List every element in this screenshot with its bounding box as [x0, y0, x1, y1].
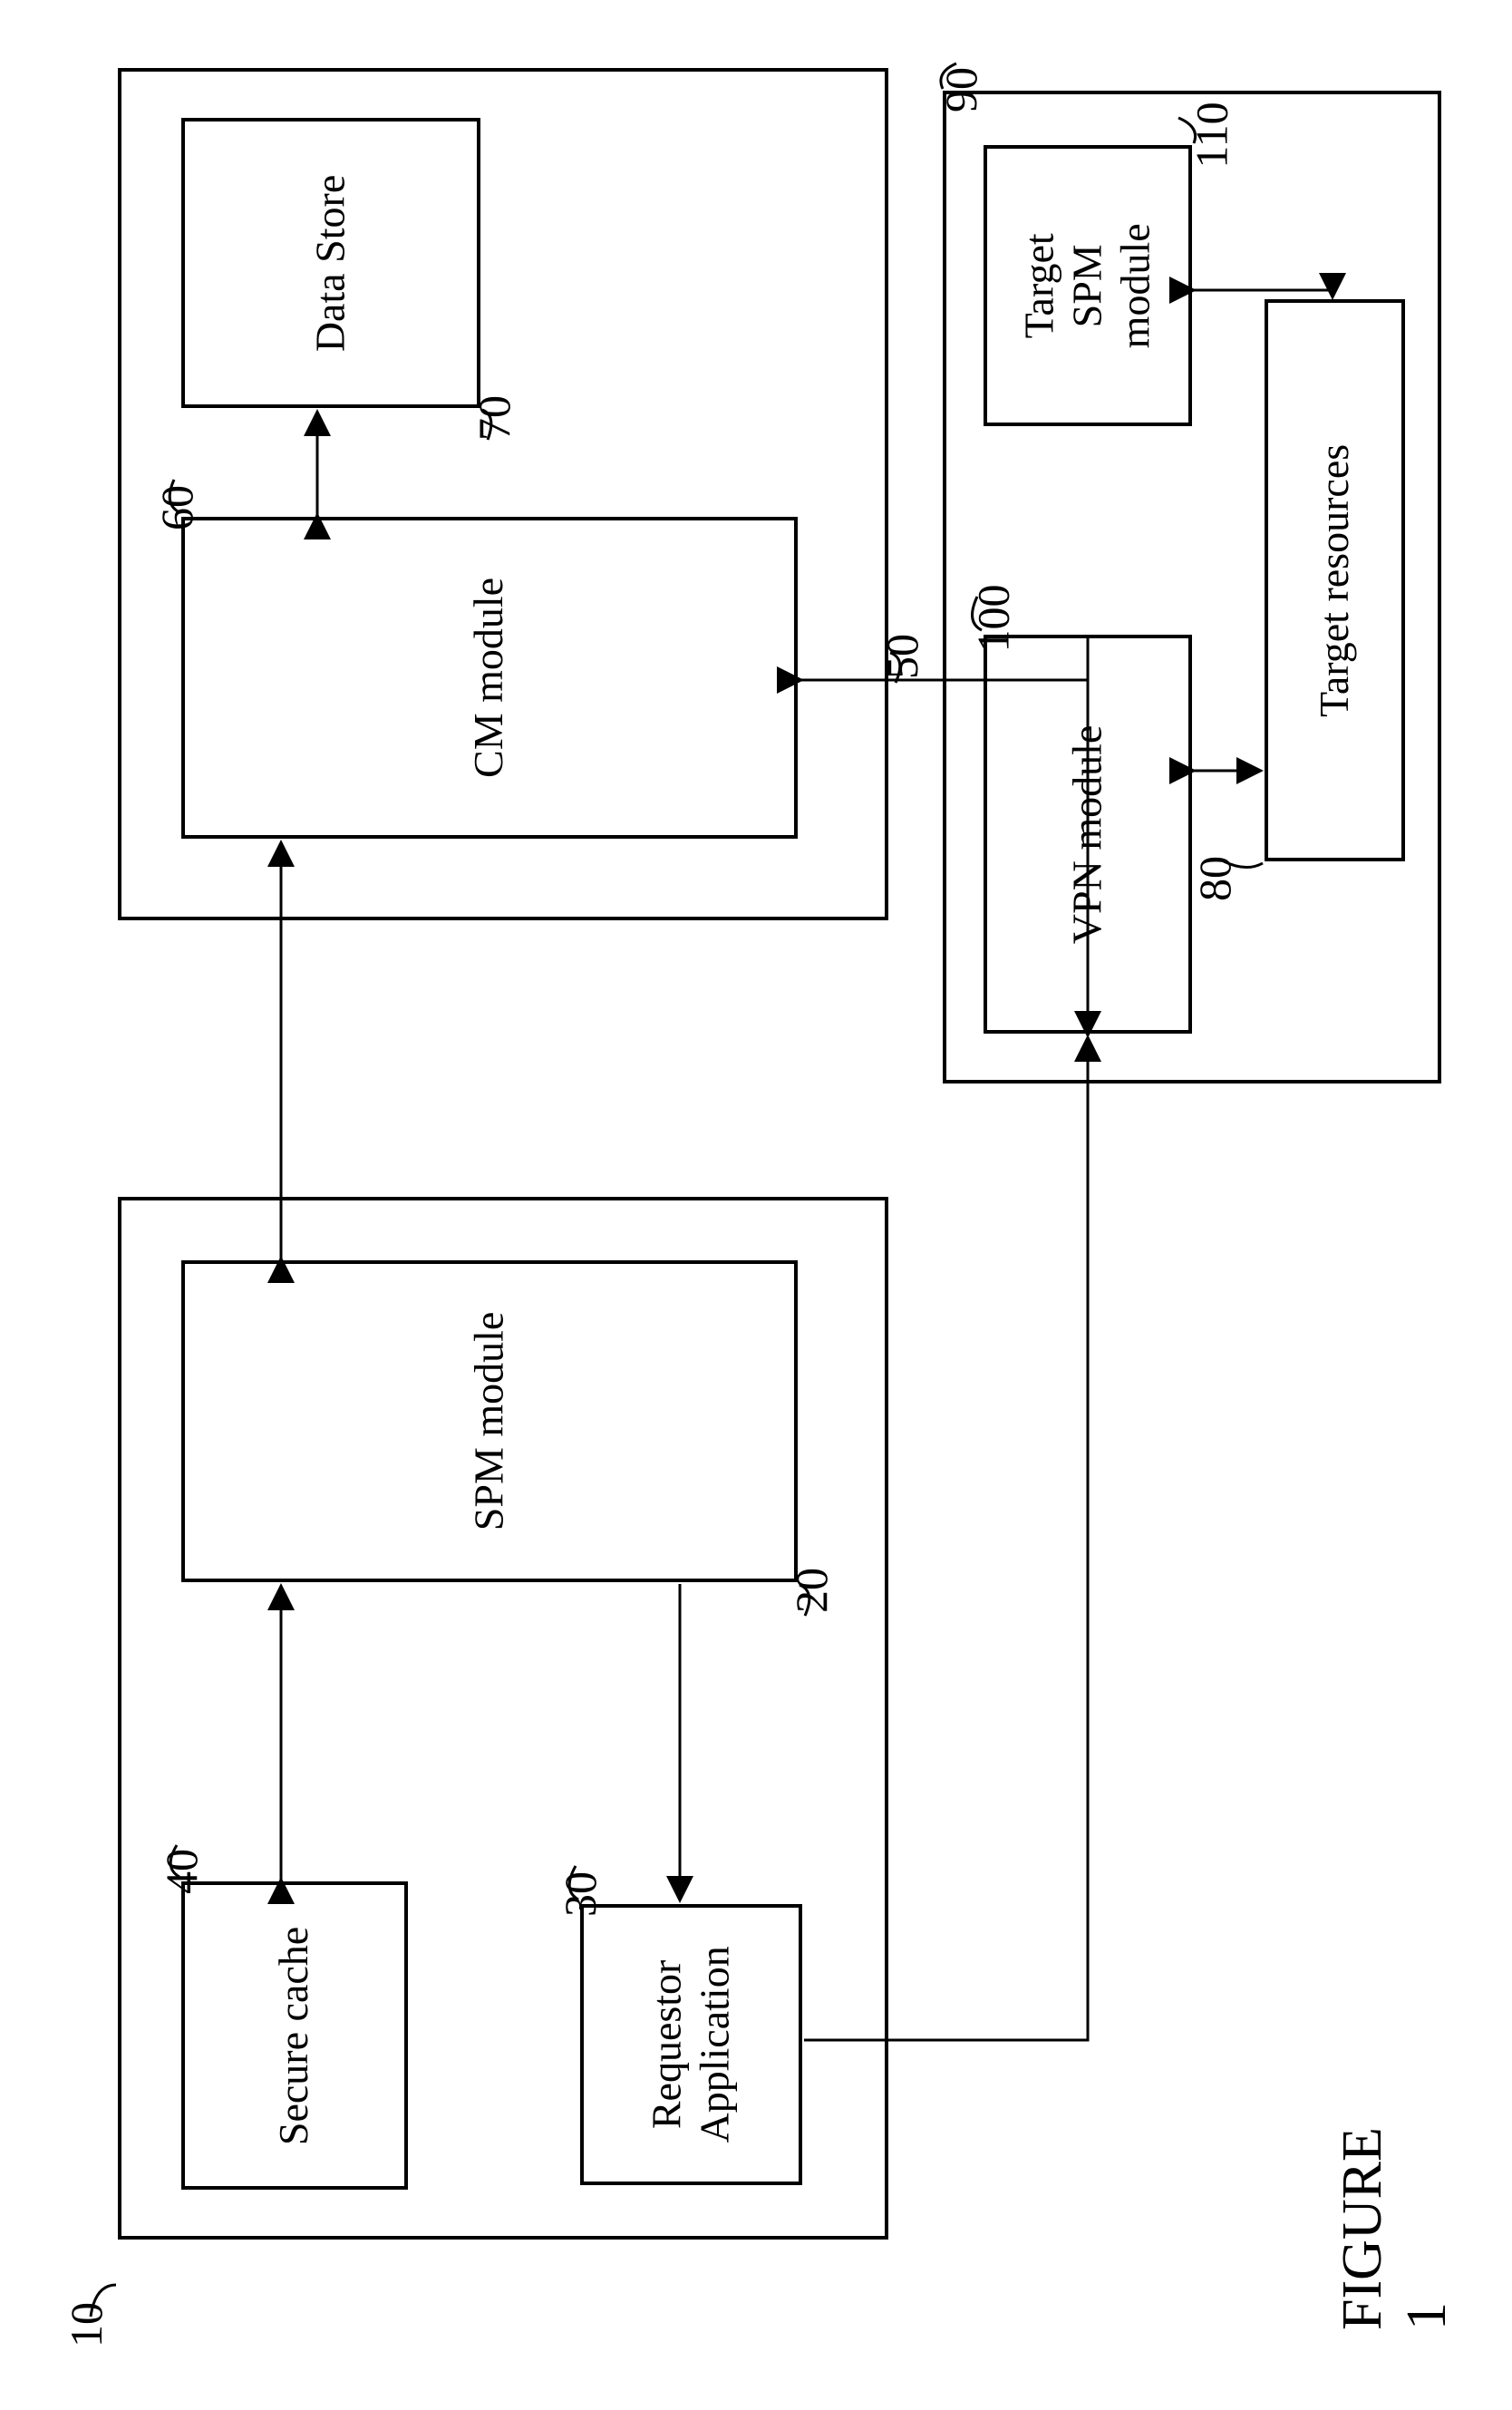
ref-40: 40 — [155, 1849, 208, 1894]
target-resources-box: Target resources — [1265, 299, 1405, 861]
vpn-module-box: VPN module — [984, 635, 1192, 1034]
secure-cache-box: Secure cache — [181, 1881, 408, 2190]
ref-80: 80 — [1188, 856, 1241, 901]
secure-cache-text: Secure cache — [271, 1926, 319, 2144]
ref-50: 50 — [876, 634, 928, 679]
target-spm-box: Target SPM module — [984, 145, 1192, 426]
ref-30: 30 — [554, 1871, 606, 1917]
figure-label: FIGURE 1 — [1331, 2096, 1459, 2330]
spm-module-box: SPM module — [181, 1260, 798, 1582]
ref-60: 60 — [150, 485, 203, 530]
ref-20: 20 — [785, 1568, 838, 1613]
target-spm-text: Target SPM module — [1016, 223, 1160, 348]
ref-100: 100 — [967, 585, 1020, 653]
ref-110: 110 — [1186, 102, 1238, 168]
requestor-app-text: Requestor Application — [644, 1946, 740, 2143]
ref-10: 10 — [60, 2302, 112, 2347]
cm-module-box: CM module — [181, 517, 798, 839]
target-resources-text: Target resources — [1311, 443, 1359, 716]
requestor-app-box: Requestor Application — [580, 1904, 802, 2185]
data-store-text: Data Store — [307, 174, 355, 351]
spm-module-text: SPM module — [466, 1312, 514, 1531]
vpn-module-text: VPN module — [1064, 724, 1112, 944]
data-store-box: Data Store — [181, 118, 480, 408]
ref-90: 90 — [935, 67, 987, 112]
ref-70: 70 — [468, 395, 520, 441]
cm-module-text: CM module — [466, 578, 514, 778]
